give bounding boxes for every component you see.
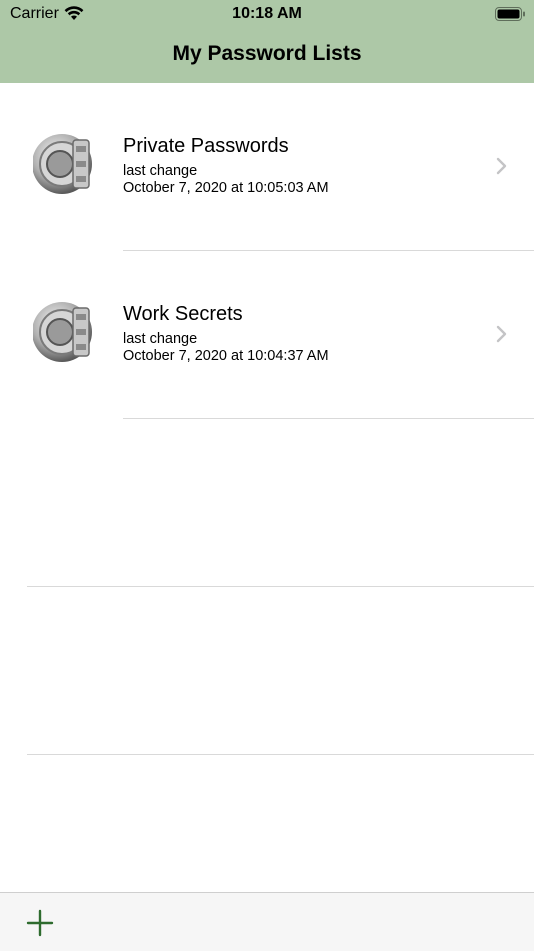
list-subtitle: last change October 7, 2020 at 10:05:03 … xyxy=(123,163,329,197)
list-title: Private Passwords xyxy=(123,135,289,157)
list-item-work-secrets[interactable]: Work Secrets last change October 7, 2020… xyxy=(0,251,534,419)
row-separator xyxy=(123,418,534,419)
list-subtitle: last change October 7, 2020 at 10:04:37 … xyxy=(123,331,329,365)
page-title: My Password Lists xyxy=(172,42,362,65)
empty-row-separator xyxy=(27,586,534,587)
navigation-bar: Carrier 10:18 AM My Password Lists xyxy=(0,0,534,83)
status-bar: Carrier 10:18 AM xyxy=(0,0,534,28)
vault-icon xyxy=(32,132,97,196)
chevron-right-icon xyxy=(495,325,509,348)
bottom-toolbar xyxy=(0,892,534,951)
last-change-date: October 7, 2020 at 10:05:03 AM xyxy=(123,180,329,196)
battery-icon xyxy=(495,7,526,26)
list-item-private-passwords[interactable]: Private Passwords last change October 7,… xyxy=(0,83,534,251)
last-change-label: last change xyxy=(123,331,198,347)
last-change-label: last change xyxy=(123,163,198,179)
status-time: 10:18 AM xyxy=(232,5,302,22)
list-title: Work Secrets xyxy=(123,303,243,325)
empty-row-separator xyxy=(27,754,534,755)
last-change-date: October 7, 2020 at 10:04:37 AM xyxy=(123,348,329,364)
plus-icon xyxy=(26,909,54,937)
add-list-button[interactable] xyxy=(26,909,54,937)
vault-icon xyxy=(32,300,97,364)
chevron-right-icon xyxy=(495,157,509,180)
